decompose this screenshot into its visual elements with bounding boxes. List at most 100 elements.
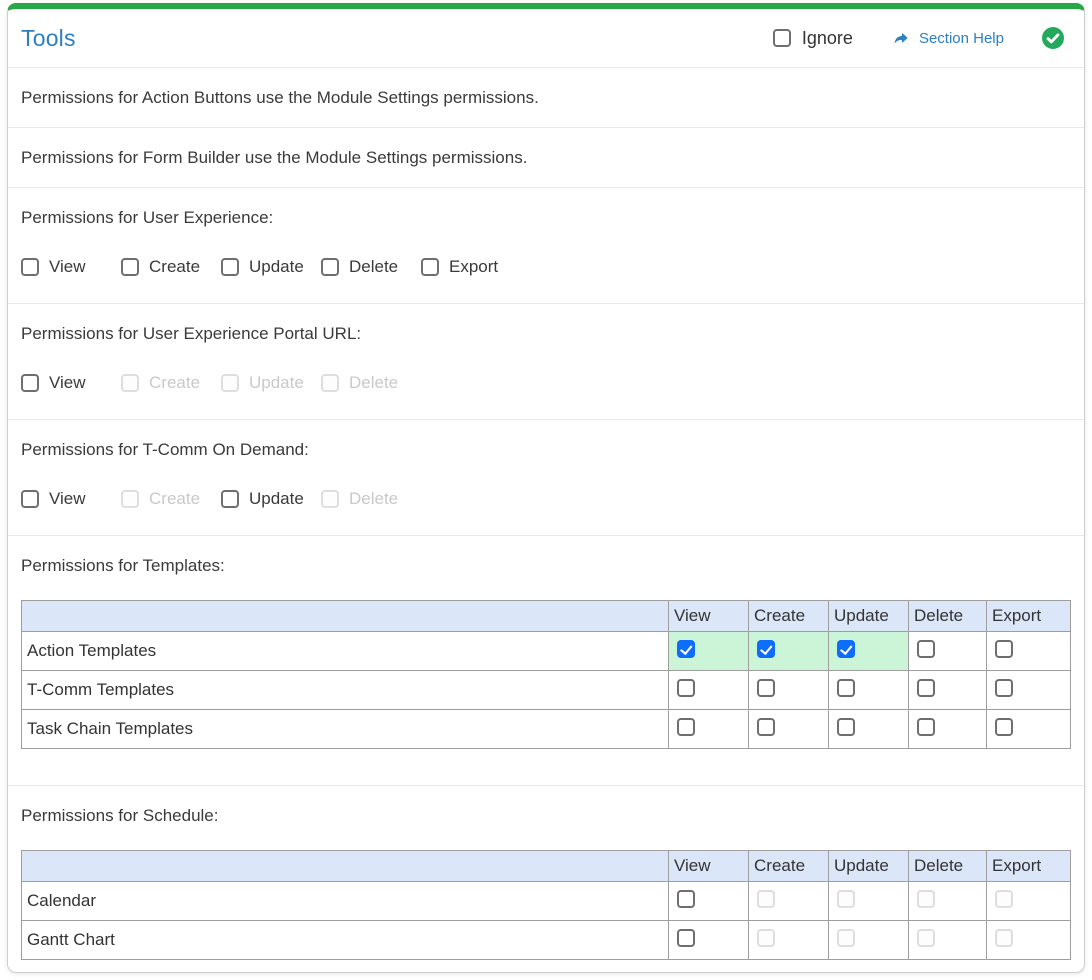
checkbox-label: Create: [149, 489, 201, 508]
view-checkbox[interactable]: [21, 374, 39, 392]
checkbox-row: View Create Update Delete Export: [21, 257, 1071, 277]
perm-cell-task-chain-templates-create: [748, 709, 829, 749]
create-checkbox[interactable]: [121, 258, 139, 276]
perm-cell-task-chain-templates-update: [828, 709, 909, 749]
section-label: Permissions for Templates:: [21, 556, 225, 575]
perm-cell-calendar-update: [828, 881, 909, 921]
column-header-create: Create: [748, 600, 829, 632]
permission-section-permissions-for-schedule: Permissions for Schedule: View Create Updat…: [8, 786, 1084, 972]
perm-cell-t-comm-templates-update: [828, 670, 909, 710]
section-label: Permissions for User Experience Portal U…: [21, 324, 362, 343]
row-label: Gantt Chart: [21, 920, 669, 960]
row-label: Action Templates: [21, 631, 669, 671]
perm-cell-t-comm-templates-delete: [908, 670, 987, 710]
perm-cell-task-chain-templates-view: [668, 709, 749, 749]
permission-section-permissions-for-t-comm-on-demand: Permissions for T-Comm On Demand: View Cre…: [8, 420, 1084, 536]
checkbox-label: View: [49, 257, 86, 276]
perm-cell-gantt-chart-delete: [908, 920, 987, 960]
section-label: Permissions for Schedule:: [21, 806, 219, 825]
ignore-control[interactable]: Ignore: [772, 27, 853, 49]
note-text: Permissions for Action Buttons use the M…: [21, 88, 539, 107]
update-checkbox-item[interactable]: Update: [221, 489, 321, 509]
panel-body: Permissions for Action Buttons use the M…: [8, 68, 1084, 972]
view-checkbox[interactable]: [21, 258, 39, 276]
update-checkbox[interactable]: [221, 258, 239, 276]
action-templates-delete-checkbox[interactable]: [917, 639, 935, 658]
t-comm-templates-view-checkbox[interactable]: [677, 678, 695, 697]
view-checkbox-item[interactable]: View: [21, 257, 121, 277]
view-checkbox-item[interactable]: View: [21, 373, 121, 393]
table-header-row: View Create Update Delete Export: [21, 850, 1071, 882]
forward-arrow-icon: [894, 32, 908, 44]
panel-header: Tools Ignore Section Help: [8, 9, 1084, 68]
section-status-badge: [1042, 27, 1064, 49]
delete-checkbox: [321, 490, 339, 508]
checkbox-label: Update: [249, 489, 304, 508]
checkbox-label: Update: [249, 373, 304, 392]
delete-checkbox-item[interactable]: Delete: [321, 257, 421, 277]
perm-cell-calendar-create: [748, 881, 829, 921]
perm-cell-action-templates-update: [828, 631, 909, 671]
section-help-link[interactable]: Section Help: [891, 30, 1004, 47]
check-circle-icon: [1042, 27, 1064, 49]
view-checkbox-item[interactable]: View: [21, 489, 121, 509]
checkbox-label: Delete: [349, 257, 399, 276]
update-checkbox-item[interactable]: Update: [221, 257, 321, 277]
ignore-checkbox[interactable]: [772, 29, 791, 47]
ignore-label: Ignore: [801, 27, 853, 48]
action-templates-update-checkbox[interactable]: [837, 639, 855, 658]
create-checkbox-item[interactable]: Create: [121, 257, 221, 277]
gantt-chart-update-checkbox: [837, 928, 855, 947]
t-comm-templates-export-checkbox[interactable]: [995, 678, 1013, 697]
tools-panel: Tools Ignore Section Help Permissions fo…: [7, 3, 1085, 973]
perm-cell-t-comm-templates-create: [748, 670, 829, 710]
calendar-view-checkbox[interactable]: [677, 889, 695, 908]
calendar-create-checkbox: [757, 889, 775, 908]
update-checkbox[interactable]: [221, 490, 239, 508]
table-row-gantt-chart: Gantt Chart: [21, 920, 1071, 960]
task-chain-templates-view-checkbox[interactable]: [677, 717, 695, 736]
gantt-chart-view-checkbox[interactable]: [677, 928, 695, 947]
gantt-chart-create-checkbox: [757, 928, 775, 947]
update-checkbox-item: Update: [221, 373, 321, 393]
task-chain-templates-update-checkbox[interactable]: [837, 717, 855, 736]
perm-cell-action-templates-view: [668, 631, 749, 671]
view-checkbox[interactable]: [21, 490, 39, 508]
checkbox-label: Create: [149, 257, 201, 276]
delete-checkbox[interactable]: [321, 258, 339, 276]
table-corner-cell: [21, 850, 669, 882]
checkbox-label: Delete: [349, 373, 399, 392]
action-templates-view-checkbox[interactable]: [677, 639, 695, 658]
note-row: Permissions for Action Buttons use the M…: [8, 68, 1084, 128]
column-header-view: View: [668, 850, 749, 882]
checkbox-label: Create: [149, 373, 201, 392]
column-header-create: Create: [748, 850, 829, 882]
t-comm-templates-update-checkbox[interactable]: [837, 678, 855, 697]
column-header-export: Export: [986, 850, 1071, 882]
delete-checkbox: [321, 374, 339, 392]
perm-cell-gantt-chart-update: [828, 920, 909, 960]
column-header-delete: Delete: [908, 850, 987, 882]
task-chain-templates-create-checkbox[interactable]: [757, 717, 775, 736]
checkbox-row: View Create Update Delete: [21, 373, 1071, 393]
perm-cell-t-comm-templates-export: [986, 670, 1071, 710]
action-templates-export-checkbox[interactable]: [995, 639, 1013, 658]
export-checkbox-item[interactable]: Export: [421, 257, 498, 277]
gantt-chart-delete-checkbox: [917, 928, 935, 947]
action-templates-create-checkbox[interactable]: [757, 639, 775, 658]
task-chain-templates-export-checkbox[interactable]: [995, 717, 1013, 736]
update-checkbox: [221, 374, 239, 392]
page-title: Tools: [21, 24, 76, 51]
perm-cell-calendar-view: [668, 881, 749, 921]
checkbox-label: Export: [449, 257, 499, 276]
perm-cell-calendar-export: [986, 881, 1071, 921]
export-checkbox[interactable]: [421, 258, 439, 276]
t-comm-templates-create-checkbox[interactable]: [757, 678, 775, 697]
permission-section-permissions-for-templates: Permissions for Templates: View Create Upda…: [8, 536, 1084, 786]
perm-cell-action-templates-export: [986, 631, 1071, 671]
section-label: Permissions for T-Comm On Demand:: [21, 440, 309, 459]
t-comm-templates-delete-checkbox[interactable]: [917, 678, 935, 697]
perm-cell-gantt-chart-create: [748, 920, 829, 960]
task-chain-templates-delete-checkbox[interactable]: [917, 717, 935, 736]
permission-section-permissions-for-user-experience: Permissions for User Experience: View Crea…: [8, 188, 1084, 304]
